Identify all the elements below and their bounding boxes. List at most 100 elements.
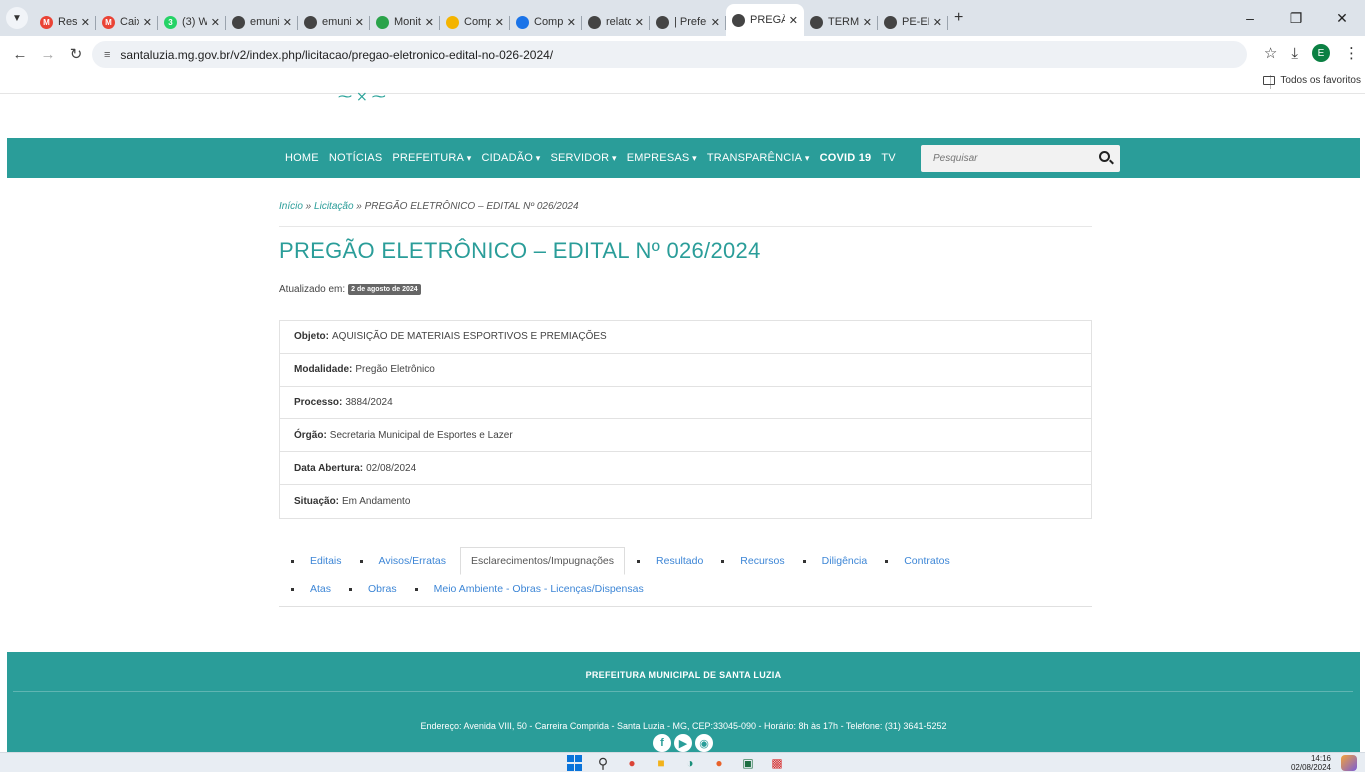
nav-item-home[interactable]: HOME: [285, 152, 319, 164]
new-tab-button[interactable]: +: [954, 9, 963, 27]
site-search: [921, 145, 1120, 172]
close-window-icon[interactable]: ✕: [1319, 10, 1365, 27]
reload-icon[interactable]: ↻: [62, 45, 90, 63]
close-tab-icon[interactable]: ✕: [933, 16, 942, 29]
browser-tab[interactable]: PREGÃO E ✕: [726, 4, 804, 36]
browser-tab[interactable]: relatorio-t ✕: [582, 8, 650, 36]
close-tab-icon[interactable]: ✕: [355, 16, 364, 29]
browser-tab[interactable]: PE-EDITAL ✕: [878, 8, 948, 36]
doc-tab-atas[interactable]: Atas: [279, 575, 337, 603]
system-clock[interactable]: 14:16 02/08/2024: [1291, 754, 1331, 772]
breadcrumb-section-link[interactable]: Licitação: [314, 201, 353, 212]
windows-start-icon[interactable]: [565, 754, 583, 772]
doc-tab-esclarecimentos-impugna-es[interactable]: Esclarecimentos/Impugnações: [460, 547, 626, 575]
info-row: Data Abertura: 02/08/2024: [280, 452, 1091, 485]
minimize-icon[interactable]: –: [1227, 10, 1273, 26]
browser-tab[interactable]: emunicípi ✕: [226, 8, 298, 36]
nav-item-tv[interactable]: TV: [881, 152, 895, 164]
doc-tab-avisos-erratas[interactable]: Avisos/Erratas: [348, 547, 453, 575]
doc-tab-label: Contratos: [904, 555, 950, 567]
close-tab-icon[interactable]: ✕: [789, 14, 798, 27]
doc-tab-dilig-ncia[interactable]: Diligência: [791, 547, 874, 575]
youtube-icon[interactable]: ▶: [674, 734, 692, 752]
footer-address: Endereço: Avenida VIII, 50 - Carreira Co…: [420, 721, 947, 731]
browser-tab[interactable]: Compras.g ✕: [440, 8, 510, 36]
bookmark-star-icon[interactable]: ☆: [1264, 44, 1277, 62]
info-row: Situação: Em Andamento: [280, 485, 1091, 518]
all-bookmarks-label: Todos os favoritos: [1280, 75, 1361, 86]
search-taskbar-icon[interactable]: ⚲: [594, 754, 612, 772]
tab-favicon-icon: M: [102, 15, 115, 29]
browser-tab[interactable]: M Resultado ✕: [34, 8, 96, 36]
nav-item-cidad-o[interactable]: CIDADÃO: [481, 152, 540, 164]
nav-item-not-cias[interactable]: NOTÍCIAS: [329, 152, 383, 164]
nav-item-servidor[interactable]: SERVIDOR: [550, 152, 616, 164]
close-tab-icon[interactable]: ✕: [567, 16, 576, 29]
tab-favicon-icon: [810, 15, 823, 29]
info-row: Órgão: Secretaria Municipal de Esportes e…: [280, 419, 1091, 453]
browser-tab-label: TERMO-DE: [828, 16, 859, 28]
close-tab-icon[interactable]: ✕: [143, 16, 152, 29]
nav-item-empresas[interactable]: EMPRESAS: [627, 152, 697, 164]
tab-favicon-icon: [656, 15, 669, 29]
close-tab-icon[interactable]: ✕: [863, 16, 872, 29]
tab-favicon-icon: [516, 15, 529, 29]
close-tab-icon[interactable]: ✕: [711, 16, 720, 29]
doc-tab-recursos[interactable]: Recursos: [709, 547, 790, 575]
close-tab-icon[interactable]: ✕: [283, 16, 292, 29]
nav-item-covid-19[interactable]: COVID 19: [820, 152, 872, 164]
browser-tab-label: PE-EDITAL: [902, 16, 929, 28]
instagram-icon[interactable]: ◉: [695, 734, 713, 752]
profile-avatar[interactable]: E: [1312, 44, 1330, 62]
info-value: Pregão Eletrônico: [355, 364, 435, 376]
site-settings-icon[interactable]: ≡: [104, 49, 110, 61]
close-tab-icon[interactable]: ✕: [635, 16, 644, 29]
doc-tab-meio-ambiente-obras-licen-as-dispensas[interactable]: Meio Ambiente - Obras - Licenças/Dispens…: [403, 575, 650, 603]
browser-tab[interactable]: emunicípi ✕: [298, 8, 370, 36]
info-value: Secretaria Municipal de Esportes e Lazer: [329, 429, 513, 441]
info-value: 02/08/2024: [366, 462, 417, 474]
restore-icon[interactable]: ❐: [1273, 10, 1319, 27]
facebook-icon[interactable]: f: [653, 734, 671, 752]
close-tab-icon[interactable]: ✕: [81, 16, 90, 29]
doc-tab-obras[interactable]: Obras: [337, 575, 403, 603]
browser-tab-label: Compras.g: [534, 16, 563, 28]
edge-icon[interactable]: ◑: [681, 754, 699, 772]
close-tab-icon[interactable]: ✕: [495, 16, 504, 29]
doc-tab-contratos[interactable]: Contratos: [873, 547, 956, 575]
file-explorer-icon[interactable]: ■: [652, 754, 670, 772]
doc-tab-resultado[interactable]: Resultado: [625, 547, 709, 575]
info-label: Órgão:: [294, 429, 327, 441]
chrome-icon[interactable]: ●: [623, 754, 641, 772]
main-navigation: HOME NOTÍCIAS PREFEITURA CIDADÃO SERVIDOR EMP…: [7, 138, 1360, 178]
nav-item-prefeitura[interactable]: PREFEITURA: [392, 152, 471, 164]
tab-search-chevron-icon[interactable]: ▼: [6, 7, 28, 29]
browser-tab[interactable]: Monitora ✕: [370, 8, 440, 36]
url-field[interactable]: ≡ santaluzia.mg.gov.br/v2/index.php/lici…: [92, 41, 1247, 68]
updated-info: Atualizado em: 2 de agosto de 2024: [279, 284, 421, 295]
forward-arrow-icon[interactable]: →: [34, 46, 62, 63]
browser-tab[interactable]: Compras.g ✕: [510, 8, 582, 36]
close-tab-icon[interactable]: ✕: [425, 16, 434, 29]
pdf-reader-icon[interactable]: ▩: [768, 754, 786, 772]
updated-label: Atualizado em:: [279, 284, 346, 295]
excel-icon[interactable]: ▣: [739, 754, 757, 772]
bid-info-table: Objeto: AQUISIÇÃO DE MATERIAIS ESPORTIVOS…: [279, 320, 1092, 519]
copilot-icon[interactable]: [1341, 755, 1357, 771]
firefox-icon[interactable]: ●: [710, 754, 728, 772]
nav-item-transpar-ncia[interactable]: TRANSPARÊNCIA: [707, 152, 810, 164]
info-value: AQUISIÇÃO DE MATERIAIS ESPORTIVOS E PREM…: [332, 331, 607, 343]
browser-tab[interactable]: | Prefeitura ✕: [650, 8, 726, 36]
browser-tab[interactable]: TERMO-DE ✕: [804, 8, 878, 36]
search-icon[interactable]: [1099, 151, 1110, 162]
browser-menu-icon[interactable]: ⋮: [1344, 44, 1359, 62]
doc-tab-editais[interactable]: Editais: [279, 547, 348, 575]
breadcrumb-home-link[interactable]: Início: [279, 201, 303, 212]
browser-tab[interactable]: 3 (3) WhatsA ✕: [158, 8, 226, 36]
browser-tab[interactable]: M Caixa de e ✕: [96, 8, 158, 36]
back-arrow-icon[interactable]: ←: [6, 46, 34, 63]
download-icon[interactable]: ⤓: [1291, 45, 1298, 62]
all-bookmarks-folder[interactable]: Todos os favoritos: [1263, 75, 1361, 86]
search-input[interactable]: [921, 145, 1091, 172]
close-tab-icon[interactable]: ✕: [211, 16, 220, 29]
